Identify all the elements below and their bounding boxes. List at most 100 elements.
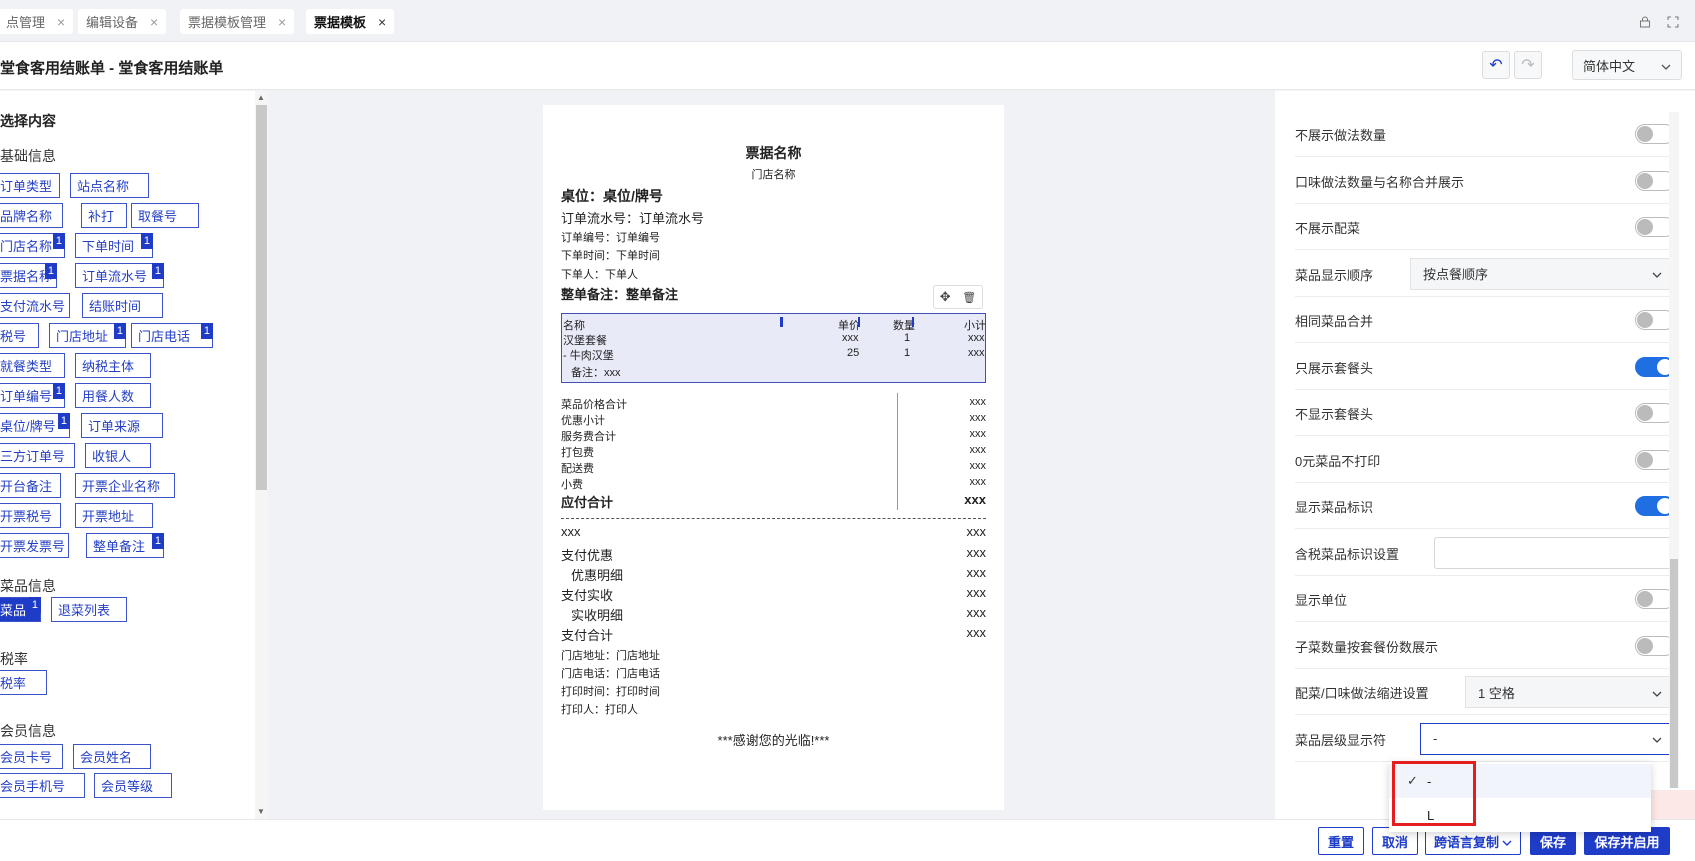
content-chip[interactable]: 会员等级: [94, 773, 172, 798]
content-chip[interactable]: 开票税号: [0, 503, 61, 528]
chip-label: 税号: [0, 329, 27, 344]
redo-button[interactable]: ↷: [1514, 51, 1542, 79]
tab-receipt-template[interactable]: 票据模板 ×: [306, 9, 395, 34]
tab-template-management[interactable]: 票据模板管理 ×: [180, 9, 295, 34]
content-chip[interactable]: 门店地址 1: [49, 323, 126, 348]
column-resize-handle[interactable]: [912, 317, 914, 327]
content-chip[interactable]: 用餐人数: [75, 383, 151, 408]
chip-label: 退菜列表: [58, 603, 111, 618]
content-chip[interactable]: 就餐类型: [0, 353, 65, 378]
receipt-serial[interactable]: 订单流水号：订单流水号: [561, 208, 704, 227]
content-chip[interactable]: 站点名称: [70, 173, 149, 198]
chip-label: 开票税号: [0, 509, 53, 524]
content-chip[interactable]: 开台备注: [0, 473, 61, 498]
select-value: 按点餐顺序: [1423, 267, 1489, 282]
tab-edit-device[interactable]: 编辑设备 ×: [78, 9, 167, 34]
lock-icon[interactable]: [1634, 11, 1656, 33]
close-icon[interactable]: ×: [378, 14, 386, 30]
receipt-footer-line: 打印人：打印人: [561, 704, 638, 716]
receipt-footer-line: 门店电话：门店电话: [561, 668, 660, 680]
content-chip[interactable]: 税率: [0, 670, 47, 695]
chip-badge: 1: [200, 323, 213, 339]
chip-label: 门店地址: [56, 329, 109, 344]
setting-row: 菜品显示顺序 按点餐顺序: [1295, 251, 1675, 297]
chip-label: 品牌名称: [0, 209, 53, 224]
total-label: 服务费合计: [561, 431, 616, 443]
receipt-table[interactable]: 桌位：桌位/牌号: [561, 186, 663, 206]
content-chip[interactable]: 桌位/牌号 1: [0, 413, 70, 438]
content-chip[interactable]: 门店名称 1: [0, 233, 65, 258]
item-name: 汉堡套餐: [563, 335, 607, 347]
scroll-thumb[interactable]: [256, 105, 267, 490]
receipt-remark[interactable]: 整单备注：整单备注: [561, 284, 678, 303]
payment-value: xxx: [966, 545, 987, 560]
content-chip[interactable]: 开票企业名称: [75, 473, 175, 498]
content-chip[interactable]: 支付流水号: [0, 293, 70, 318]
content-chip[interactable]: 票据名称 1: [0, 263, 57, 288]
content-chip[interactable]: 退菜列表: [51, 597, 127, 622]
content-chip[interactable]: 税号: [0, 323, 39, 348]
close-icon[interactable]: ×: [150, 14, 158, 30]
content-chip[interactable]: 订单来源: [81, 413, 163, 438]
receipt-name[interactable]: 票据名称: [543, 143, 1004, 163]
setting-select[interactable]: 1 空格: [1465, 676, 1675, 708]
content-chip[interactable]: 订单流水号 1: [75, 263, 164, 288]
panel-title: 选择内容: [0, 113, 56, 129]
close-icon[interactable]: ×: [278, 14, 286, 30]
content-chip[interactable]: 三方订单号: [0, 443, 75, 468]
setting-select[interactable]: 按点餐顺序: [1410, 257, 1675, 290]
close-icon[interactable]: ×: [57, 14, 65, 30]
delete-icon[interactable]: 🗑: [962, 291, 976, 304]
setting-label: 子菜数量按套餐份数展示: [1295, 639, 1439, 655]
receipt-store-name[interactable]: 门店名称: [543, 166, 1004, 182]
content-chip[interactable]: 门店电话 1: [131, 323, 213, 348]
scroll-down-icon[interactable]: ▼: [257, 807, 265, 816]
tab-point-management[interactable]: 点管理 ×: [0, 9, 74, 34]
content-chip[interactable]: 开票地址: [75, 503, 153, 528]
receipt-orderer[interactable]: 下单人：下单人: [561, 266, 638, 282]
column-resize-handle[interactable]: [858, 317, 860, 327]
content-chip[interactable]: 会员手机号: [0, 773, 85, 798]
content-chip[interactable]: 纳税主体: [75, 353, 151, 378]
content-chip[interactable]: 结账时间: [82, 293, 163, 318]
content-chip[interactable]: 开票发票号: [0, 533, 69, 558]
receipt-order-no[interactable]: 订单编号：订单编号: [561, 229, 660, 245]
content-chip[interactable]: 菜品 1: [0, 597, 41, 622]
undo-button[interactable]: ↶: [1482, 51, 1510, 79]
receipt-order-time[interactable]: 下单时间：下单时间: [561, 247, 660, 263]
col-header-name: 名称: [563, 320, 585, 332]
chip-label: 下单时间: [82, 239, 135, 254]
page-header: 堂食客用结账单 - 堂食客用结账单 ↶ ↷ 简体中文: [0, 42, 1695, 90]
scroll-thumb[interactable]: [1670, 559, 1678, 788]
scroll-up-icon[interactable]: ▲: [257, 93, 265, 102]
column-resize-handle[interactable]: [780, 317, 783, 327]
payment-value: xxx: [966, 625, 987, 640]
language-select[interactable]: 简体中文: [1572, 50, 1682, 80]
content-chip[interactable]: 收银人: [85, 443, 151, 468]
content-chip[interactable]: 订单类型: [0, 173, 60, 198]
fullscreen-icon[interactable]: [1662, 11, 1684, 33]
content-chip[interactable]: 会员卡号: [0, 744, 63, 769]
content-picker-panel: 选择内容 基础信息 订单类型 站点名称 品牌名称 补打 取餐号 门店名称 1 下单时间 1 票据名…: [0, 91, 268, 819]
chevron-down-icon: [1652, 731, 1662, 746]
dish-items-block[interactable]: 名称 单价 数量 小计 汉堡套餐 xxx 1 xxx - 牛肉汉堡 25 1 x…: [561, 313, 986, 383]
content-chip[interactable]: 品牌名称: [0, 203, 63, 228]
payment-label: 支付优惠: [561, 548, 614, 563]
move-icon[interactable]: ✥: [940, 289, 951, 305]
content-chip[interactable]: 补打: [81, 203, 127, 228]
left-scrollbar[interactable]: ▲ ▼: [255, 91, 268, 819]
right-scrollbar[interactable]: [1669, 112, 1679, 788]
content-chip[interactable]: 下单时间 1: [75, 233, 153, 258]
chevron-down-icon: [1652, 266, 1662, 281]
content-chip[interactable]: 整单备注 1: [86, 533, 164, 558]
setting-input[interactable]: [1434, 536, 1675, 569]
content-chip[interactable]: 会员姓名: [73, 744, 151, 769]
content-chip[interactable]: 订单编号 1: [0, 383, 65, 408]
col-header-subtotal: 小计: [964, 320, 986, 332]
setting-select[interactable]: -: [1420, 722, 1675, 755]
select-value: -: [1433, 731, 1438, 746]
content-chip[interactable]: 取餐号: [131, 203, 199, 228]
reset-button[interactable]: 重置: [1318, 827, 1364, 855]
thanks-message[interactable]: ***感谢您的光临!***: [543, 730, 1004, 749]
chip-label: 就餐类型: [0, 359, 53, 374]
